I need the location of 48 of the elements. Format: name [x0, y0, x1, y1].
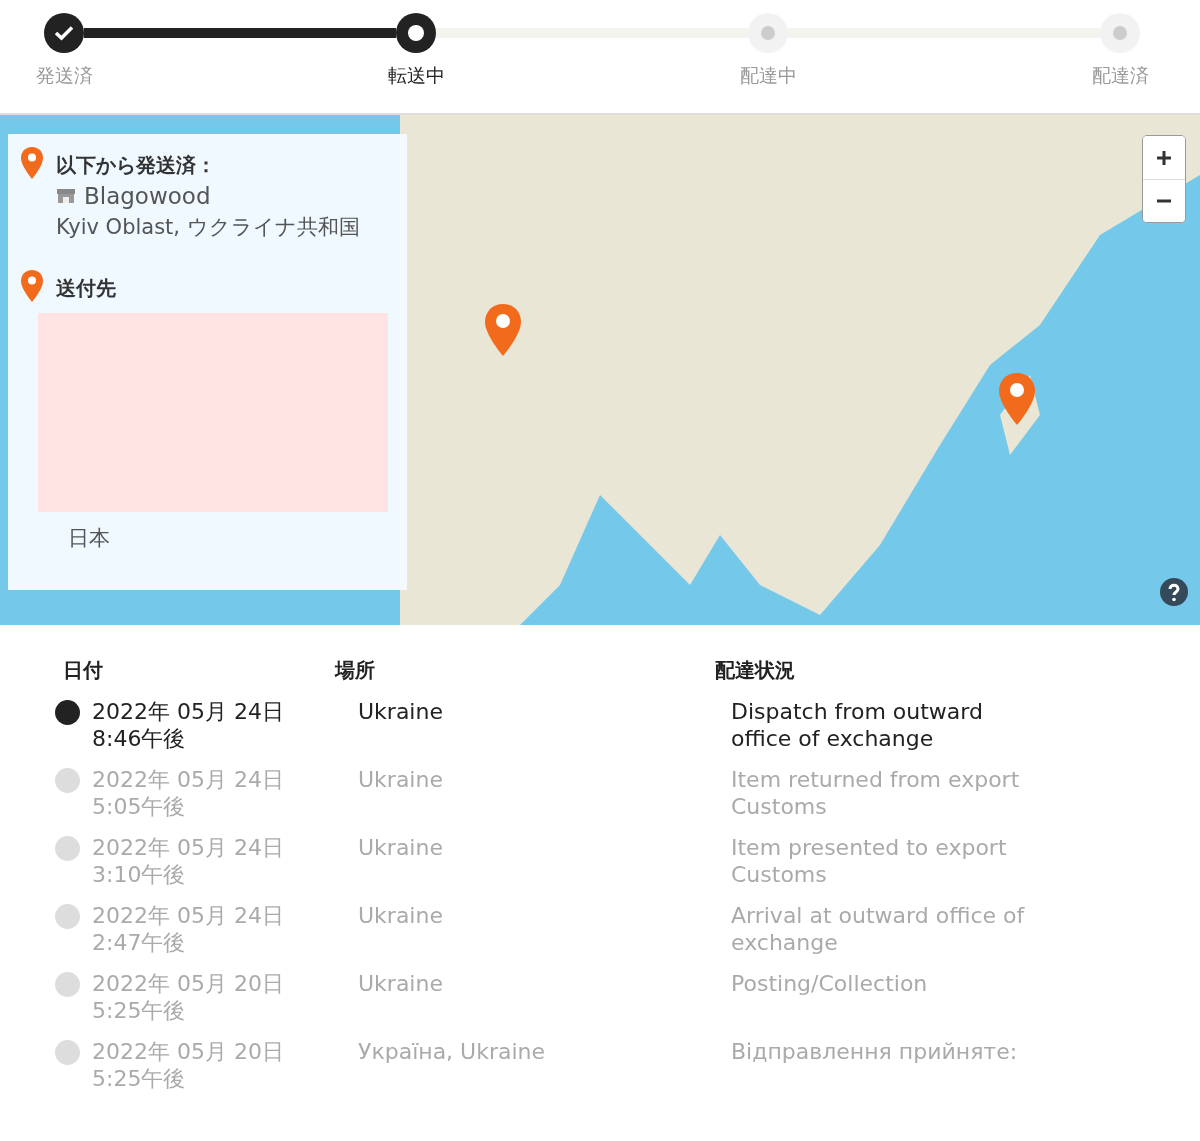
column-header: 場所 [335, 657, 376, 684]
event-time: 5:25午後 [92, 997, 187, 1024]
origin-address: Kyiv Oblast, ウクライナ共和国 [56, 214, 360, 241]
event-place: Ukraine [357, 902, 444, 930]
step-label: 配達済 [1091, 63, 1149, 88]
column-header: 日付 [62, 657, 104, 684]
event-status: Dispatch from outward office of exchange [730, 698, 984, 753]
store-name: Blagowood [84, 183, 211, 209]
event-date: 2022年 05月 20日 [92, 1038, 284, 1065]
event-status: Posting/Collection [730, 970, 929, 998]
step-dot [761, 26, 775, 40]
event-time: 5:25午後 [92, 1065, 187, 1092]
event-date: 2022年 05月 24日 [92, 698, 284, 725]
step-dot [408, 25, 424, 41]
event-place: Ukraine [357, 970, 444, 998]
step-dot [1113, 26, 1127, 40]
help-icon[interactable] [1160, 578, 1188, 606]
step-label: 配達中 [739, 63, 797, 88]
location-pin-icon [20, 146, 44, 180]
destination-country: 日本 [68, 525, 111, 552]
event-time: 8:46午後 [92, 725, 187, 752]
event-place: Ukraine [357, 698, 444, 726]
destination-heading: 送付先 [56, 275, 116, 302]
event-date: 2022年 05月 24日 [92, 902, 284, 929]
store-icon [56, 188, 76, 204]
event-status: Item returned from export Customs [730, 766, 1021, 821]
checkmark-icon [54, 25, 74, 41]
event-date: 2022年 05月 24日 [92, 834, 284, 861]
event-place: Ukraine [357, 766, 444, 794]
event-status: Arrival at outward office of exchange [730, 902, 1026, 957]
step-label: 発送済 [35, 63, 93, 88]
column-header: 配達状況 [714, 657, 796, 684]
plus-icon [1157, 150, 1171, 165]
event-place: Україна, Ukraine [357, 1038, 547, 1066]
step-label: 転送中 [387, 63, 445, 88]
event-date: 2022年 05月 20日 [92, 970, 284, 997]
minus-icon [1157, 199, 1171, 203]
event-status: Item presented to export Customs [730, 834, 1008, 889]
origin-heading: 以下から発送済： [56, 152, 217, 179]
location-pin-icon [20, 269, 44, 303]
event-place: Ukraine [357, 834, 444, 862]
map-pin-icon[interactable] [483, 302, 523, 358]
event-date: 2022年 05月 24日 [92, 766, 284, 793]
event-time: 2:47午後 [92, 929, 187, 956]
event-time: 3:10午後 [92, 861, 187, 888]
map-pin-icon[interactable] [997, 371, 1037, 427]
event-time: 5:05午後 [92, 793, 187, 820]
event-status: Відправлення прийняте: [730, 1038, 1019, 1066]
